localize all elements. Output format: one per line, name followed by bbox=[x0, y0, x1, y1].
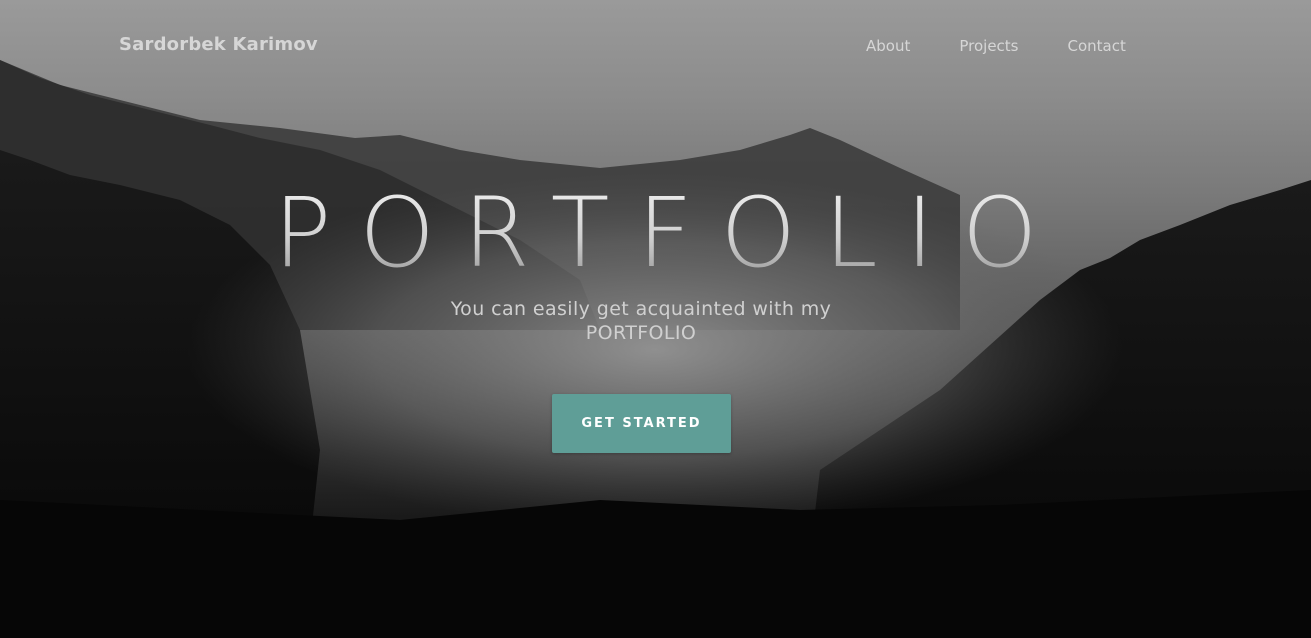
get-started-button[interactable]: GET STARTED bbox=[552, 394, 731, 453]
main-nav: About Projects Contact bbox=[866, 37, 1126, 55]
nav-link-about[interactable]: About bbox=[866, 37, 910, 55]
hero-title: PORTFOLIO bbox=[0, 178, 1311, 288]
brand-name[interactable]: Sardorbek Karimov bbox=[119, 34, 318, 55]
hero-subtitle: You can easily get acquainted with my PO… bbox=[450, 298, 832, 344]
hero-section: Sardorbek Karimov About Projects Contact… bbox=[0, 0, 1311, 638]
nav-link-contact[interactable]: Contact bbox=[1068, 37, 1126, 55]
nav-link-projects[interactable]: Projects bbox=[959, 37, 1018, 55]
